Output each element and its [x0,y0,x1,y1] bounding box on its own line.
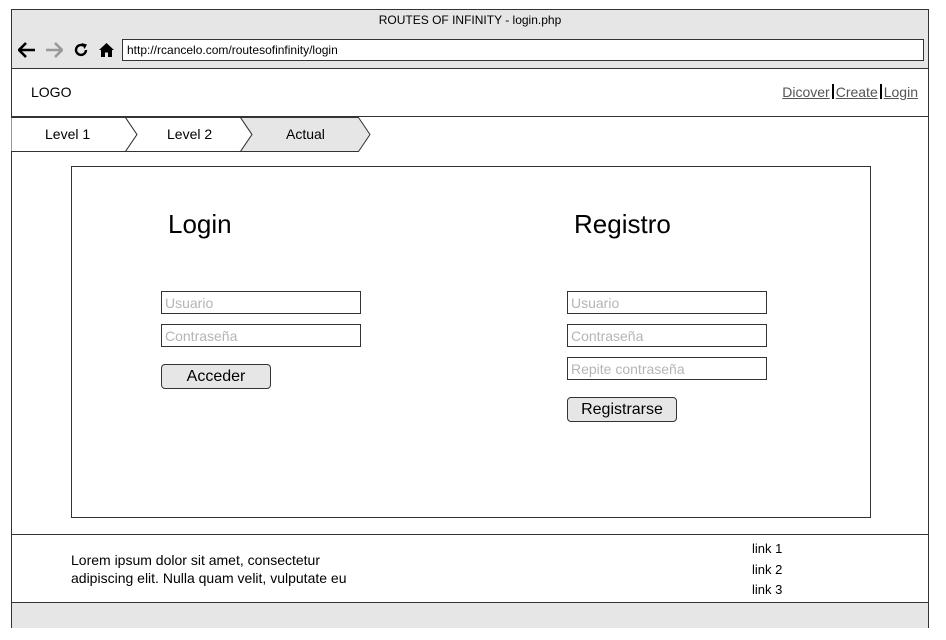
login-title: Login [168,209,232,239]
register-title: Registro [574,209,671,239]
register-password-input[interactable] [567,324,767,347]
register-repeat-password-input[interactable] [567,357,767,380]
footer-text: Lorem ipsum dolor sit amet, consectetur … [71,552,347,586]
site-logo: LOGO [31,84,72,100]
login-password-input[interactable] [161,324,361,347]
auth-panel: Login Acceder Registro Registrarse [71,166,871,518]
nav-separator [879,84,882,99]
forward-arrow-icon[interactable] [44,40,64,60]
address-bar[interactable]: http://rcancelo.com/routesofinfinity/log… [122,39,924,61]
reload-icon[interactable] [71,40,91,60]
nav-separator [831,84,834,99]
back-arrow-icon[interactable] [17,40,37,60]
nav-link-login[interactable]: Login [884,84,918,100]
breadcrumb-item-level1[interactable]: Level 1 [45,126,90,142]
nav-link-discover[interactable]: Dicover [782,84,829,100]
footer-link-1[interactable]: link 1 [752,539,782,560]
window-title: ROUTES OF INFINITY - login.php [378,13,562,27]
register-submit-button[interactable]: Registrarse [567,397,677,422]
login-username-input[interactable] [161,291,361,314]
top-nav: Dicover Create Login [782,84,918,100]
browser-window: ROUTES OF INFINITY - login.php http://rc… [11,9,929,628]
register-username-input[interactable] [567,291,767,314]
breadcrumb-item-level2[interactable]: Level 2 [167,126,212,142]
breadcrumb-item-actual: Actual [286,126,325,142]
footer-links: link 1 link 2 link 3 [752,539,782,601]
nav-link-create[interactable]: Create [836,84,878,100]
site-footer: Lorem ipsum dolor sit amet, consectetur … [12,534,928,602]
breadcrumb: Level 1 Level 2 Actual [11,117,373,152]
footer-link-2[interactable]: link 2 [752,560,782,581]
site-header: LOGO Dicover Create Login [12,69,928,117]
footer-link-3[interactable]: link 3 [752,580,782,601]
status-bar [12,602,928,628]
home-icon[interactable] [96,40,116,60]
browser-chrome: ROUTES OF INFINITY - login.php http://rc… [12,10,928,69]
login-submit-button[interactable]: Acceder [161,364,271,389]
